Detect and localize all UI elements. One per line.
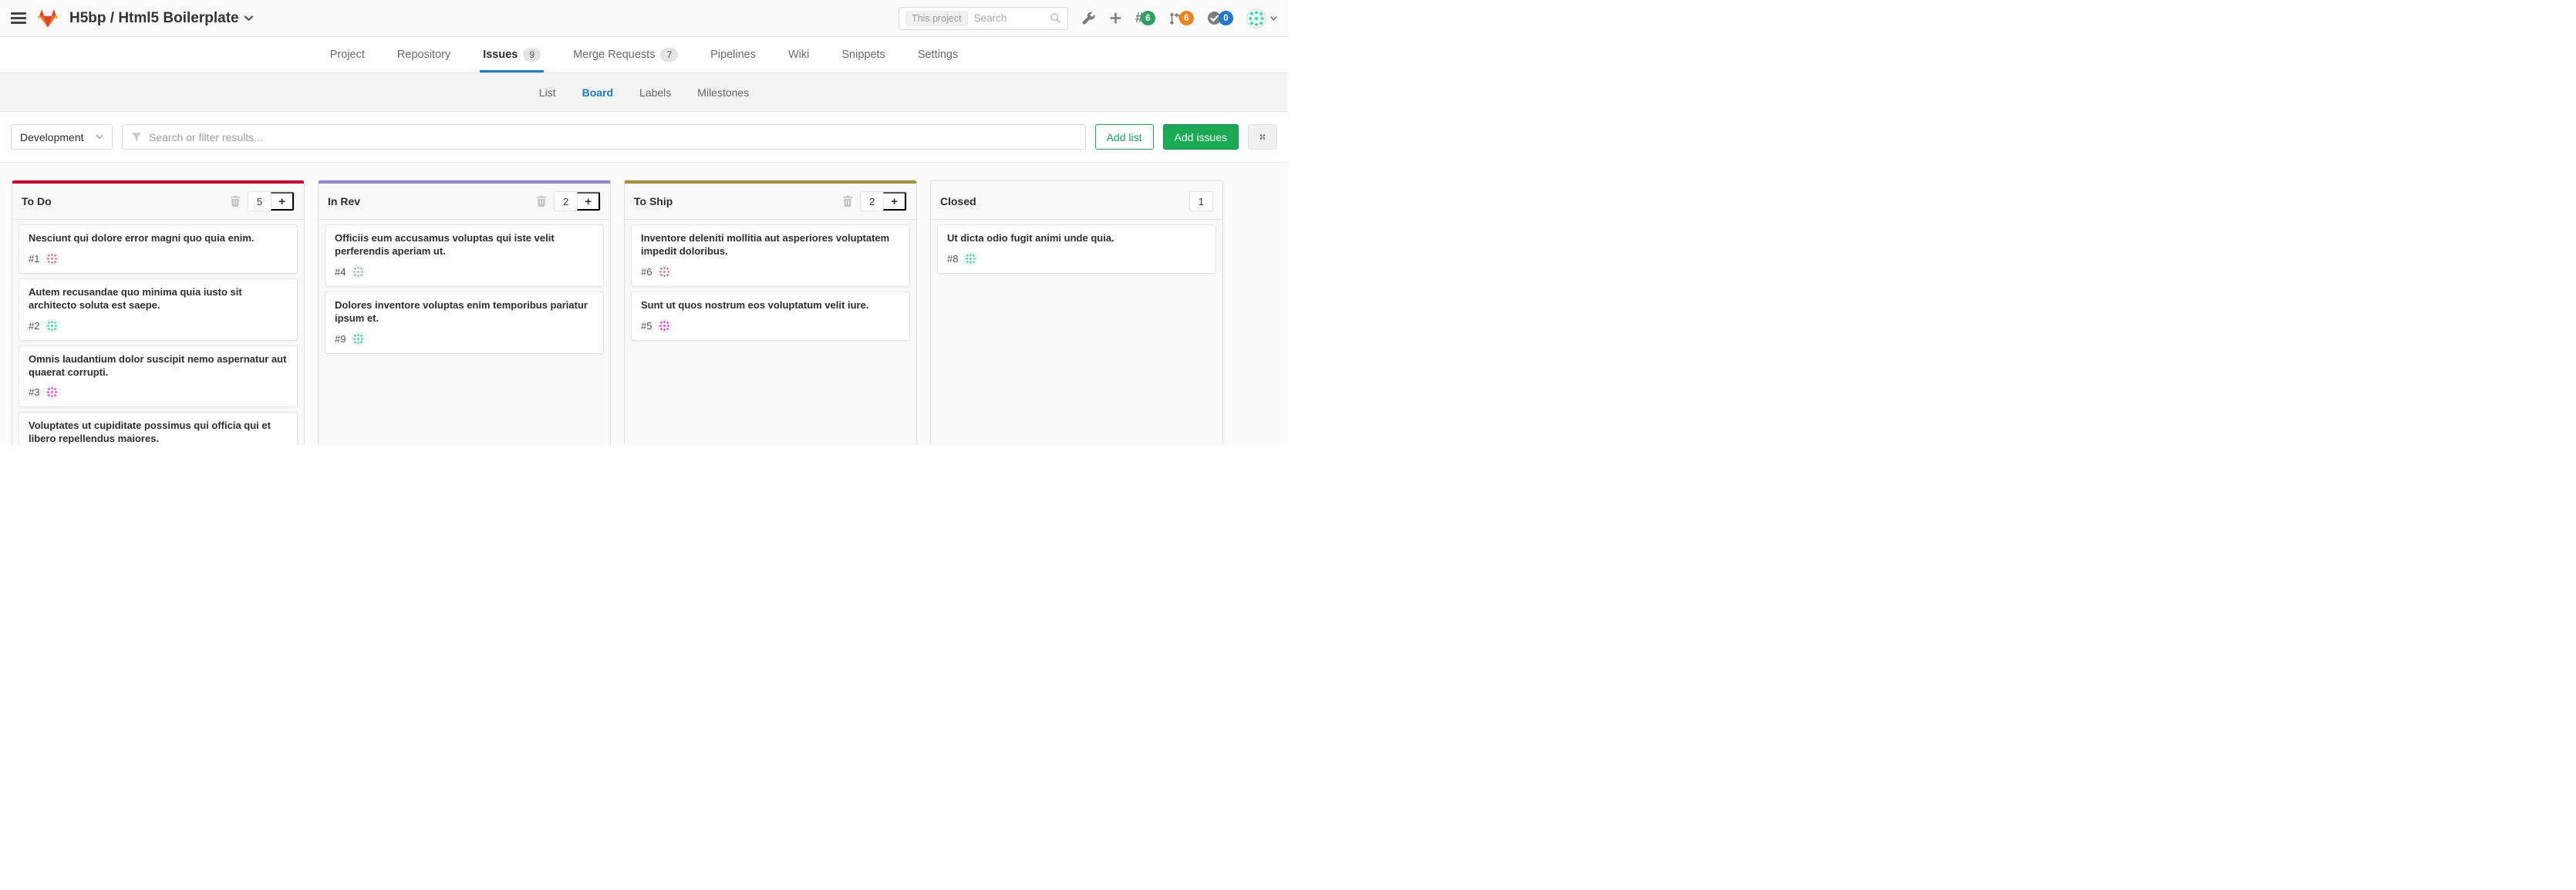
project-title-dropdown[interactable]: H5bp / Html5 Boilerplate	[69, 10, 253, 27]
tab-project[interactable]: Project	[327, 37, 368, 72]
sub-tab-board[interactable]: Board	[582, 86, 613, 99]
issues-tab-count: 9	[523, 48, 541, 62]
issue-number: #2	[29, 320, 39, 332]
issue-number: #3	[29, 386, 39, 398]
gitlab-logo-icon[interactable]	[36, 8, 59, 29]
user-menu-caret-icon	[1270, 16, 1277, 21]
user-avatar	[1246, 8, 1266, 29]
assignee-avatar[interactable]	[352, 332, 365, 346]
admin-wrench-icon[interactable]	[1081, 11, 1096, 25]
assignee-avatar[interactable]	[46, 319, 59, 332]
tab-repository[interactable]: Repository	[394, 37, 453, 72]
column-card-list: Officiis eum accusamus voluptas qui iste…	[319, 220, 610, 445]
issue-card[interactable]: Sunt ut quos nostrum eos voluptatum veli…	[631, 292, 910, 341]
column-title: To Do	[22, 195, 52, 207]
issue-number: #8	[947, 253, 958, 265]
tab-issues[interactable]: Issues 9	[480, 37, 544, 72]
search-icon	[1050, 12, 1061, 24]
mr-count-badge: 6	[1179, 11, 1194, 25]
column-card-list: Inventore deleniti mollitia aut asperior…	[625, 220, 916, 445]
issue-card[interactable]: Voluptates ut cupiditate possimus qui of…	[19, 412, 298, 445]
mr-tab-count: 7	[660, 48, 678, 62]
milestone-dropdown[interactable]: Development	[11, 124, 113, 150]
delete-list-icon[interactable]	[230, 195, 241, 207]
column-card-list: Ut dicta odio fugit animi unde quia. #8	[931, 220, 1222, 445]
issue-card[interactable]: Autem recusandae quo minima quia iusto s…	[19, 278, 298, 341]
column-issue-count: 1	[1190, 192, 1212, 211]
column-issue-count: 2	[861, 192, 883, 211]
board-search-input[interactable]	[149, 131, 1077, 143]
board-column-to-do: To Do 5 + Nesciunt qui do	[12, 180, 305, 445]
merge-requests-counter[interactable]: 6	[1168, 11, 1194, 25]
column-issue-count: 5	[248, 192, 271, 211]
issue-card[interactable]: Inventore deleniti mollitia aut asperior…	[631, 224, 910, 287]
sub-tab-labels[interactable]: Labels	[639, 86, 671, 99]
gitlab-board-page: H5bp / Html5 Boilerplate This project Se…	[0, 0, 1288, 445]
issue-number: #1	[29, 253, 39, 265]
new-issue-plus-button[interactable]: +	[577, 192, 600, 211]
delete-list-icon[interactable]	[536, 195, 547, 207]
issue-card[interactable]: Officiis eum accusamus voluptas qui iste…	[325, 224, 604, 287]
assignee-avatar[interactable]	[964, 252, 977, 265]
milestone-dropdown-value: Development	[20, 131, 84, 143]
add-issues-button[interactable]: Add issues	[1163, 124, 1239, 150]
delete-list-icon[interactable]	[842, 195, 853, 207]
chevron-down-icon	[244, 15, 253, 22]
add-list-button[interactable]: Add list	[1095, 124, 1154, 150]
tab-snippets[interactable]: Snippets	[838, 37, 888, 72]
assignee-avatar[interactable]	[46, 386, 59, 399]
new-issue-plus-button[interactable]: +	[271, 192, 294, 211]
tab-merge-requests[interactable]: Merge Requests 7	[570, 37, 681, 72]
column-title: Closed	[940, 195, 976, 207]
issue-number: #9	[335, 333, 346, 345]
user-menu[interactable]	[1246, 8, 1277, 29]
tab-wiki[interactable]: Wiki	[785, 37, 812, 72]
search-placeholder: Search	[974, 12, 1044, 24]
new-issue-plus-button[interactable]: +	[883, 192, 906, 211]
issues-sub-nav: List Board Labels Milestones	[0, 73, 1288, 112]
issue-card[interactable]: Omnis laudantium dolor suscipit nemo asp…	[19, 346, 298, 408]
search-scope-chip: This project	[905, 11, 968, 26]
issue-number: #4	[335, 266, 346, 278]
issues-counter[interactable]: # 6	[1135, 10, 1155, 26]
issue-number: #6	[641, 266, 652, 278]
issue-card[interactable]: Ut dicta odio fugit animi unde quia. #8	[937, 224, 1216, 274]
column-issue-count: 2	[555, 192, 577, 211]
todos-count-badge: 0	[1219, 11, 1233, 25]
column-title: To Ship	[634, 195, 673, 207]
chevron-down-icon	[96, 134, 103, 140]
issue-board: To Do 5 + Nesciunt qui do	[0, 163, 1288, 445]
board-column-in-rev: In Rev 2 + Officiis eum a	[318, 180, 611, 445]
issue-card[interactable]: Dolores inventore voluptas enim temporib…	[325, 292, 604, 354]
column-card-list: Nesciunt qui dolore error magni quo quia…	[12, 220, 304, 445]
board-column-closed: Closed 1 + Ut dicta odio fugit animi und	[930, 180, 1223, 445]
tab-settings[interactable]: Settings	[915, 37, 961, 72]
assignee-avatar[interactable]	[352, 265, 365, 278]
sub-tab-list[interactable]: List	[539, 86, 556, 99]
sub-tab-milestones[interactable]: Milestones	[697, 86, 749, 99]
board-filter-bar: Development Add list Add issues	[0, 112, 1288, 163]
assignee-avatar[interactable]	[658, 319, 671, 332]
hamburger-menu-icon[interactable]	[11, 12, 26, 24]
fullscreen-button[interactable]	[1248, 124, 1277, 150]
issue-card[interactable]: Nesciunt qui dolore error magni quo quia…	[19, 224, 298, 274]
global-search-input[interactable]: This project Search	[899, 7, 1068, 30]
top-navbar: H5bp / Html5 Boilerplate This project Se…	[0, 0, 1288, 37]
issues-count-badge: 6	[1141, 11, 1155, 25]
board-search-field[interactable]	[122, 124, 1086, 150]
issue-number: #5	[641, 320, 652, 332]
board-column-to-ship: To Ship 2 + Inventore del	[624, 180, 917, 445]
project-nav: Project Repository Issues 9 Merge Reques…	[0, 37, 1288, 73]
assignee-avatar[interactable]	[658, 265, 671, 278]
todos-counter[interactable]: 0	[1207, 11, 1233, 25]
column-title: In Rev	[328, 195, 360, 207]
new-plus-icon[interactable]	[1109, 12, 1122, 25]
filter-funnel-icon	[131, 132, 142, 143]
tab-pipelines[interactable]: Pipelines	[707, 37, 759, 72]
fullscreen-expand-icon	[1259, 131, 1266, 143]
project-title: H5bp / Html5 Boilerplate	[69, 10, 239, 27]
assignee-avatar[interactable]	[46, 252, 59, 265]
